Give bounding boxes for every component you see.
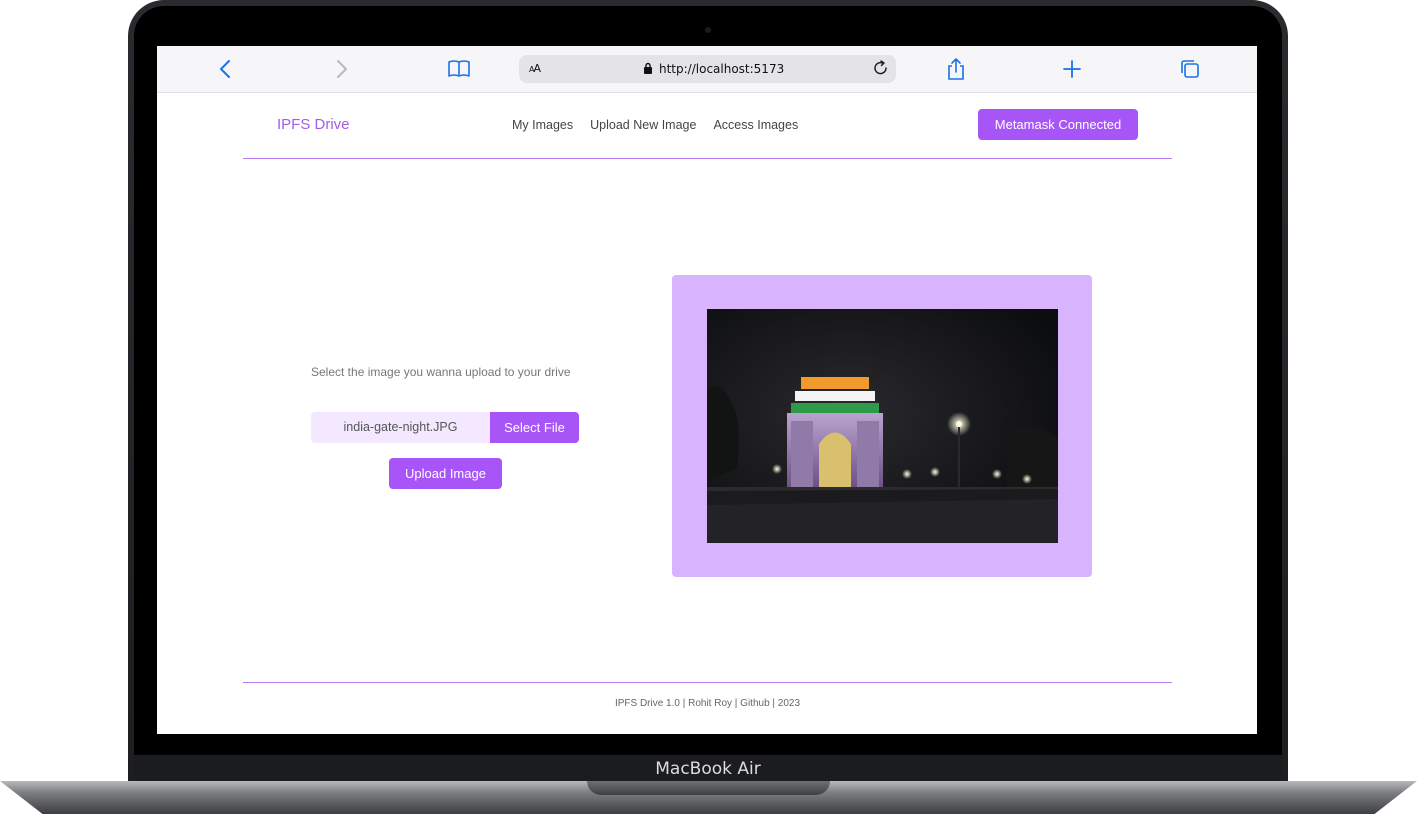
nav-my-images[interactable]: My Images <box>512 118 573 132</box>
nav-links: My Images Upload New Image Access Images <box>512 118 815 132</box>
image-preview-panel <box>672 275 1092 577</box>
footer-text: IPFS Drive 1.0 | Rohit Roy | Github | 20… <box>614 698 801 709</box>
selected-file-name: india-gate-night.JPG <box>311 412 490 443</box>
upload-image-button[interactable]: Upload Image <box>389 458 502 489</box>
screen: AA http://localhost:5173 IPFS Drive My I… <box>157 46 1257 734</box>
camera-icon <box>705 27 711 33</box>
address-bar[interactable]: AA http://localhost:5173 <box>519 55 896 83</box>
tabs-overview-icon[interactable] <box>1178 57 1202 81</box>
metamask-connected-button[interactable]: Metamask Connected <box>978 109 1138 140</box>
bookmarks-icon[interactable] <box>447 57 471 81</box>
nav-access-images[interactable]: Access Images <box>713 118 798 132</box>
share-icon[interactable] <box>944 57 968 81</box>
upload-prompt: Select the image you wanna upload to you… <box>311 365 571 379</box>
brand-logo[interactable]: IPFS Drive <box>277 116 350 133</box>
file-picker: india-gate-night.JPG Select File <box>311 412 579 443</box>
reload-icon[interactable] <box>871 58 891 81</box>
select-file-button[interactable]: Select File <box>490 412 579 443</box>
laptop-notch <box>587 781 830 795</box>
footer: IPFS Drive 1.0 | Rohit Roy | Github | 20… <box>243 682 1172 734</box>
text-size-button[interactable]: AA <box>529 62 541 75</box>
app-navbar: IPFS Drive My Images Upload New Image Acce… <box>243 92 1172 159</box>
lock-icon <box>643 62 653 77</box>
browser-toolbar: AA http://localhost:5173 <box>157 46 1257 93</box>
forward-icon[interactable] <box>330 57 354 81</box>
nav-upload-new-image[interactable]: Upload New Image <box>590 118 696 132</box>
new-tab-icon[interactable] <box>1060 57 1084 81</box>
preview-image <box>707 309 1058 543</box>
back-icon[interactable] <box>213 57 237 81</box>
url-text: http://localhost:5173 <box>659 62 785 76</box>
upload-form: Select the image you wanna upload to you… <box>311 364 581 489</box>
